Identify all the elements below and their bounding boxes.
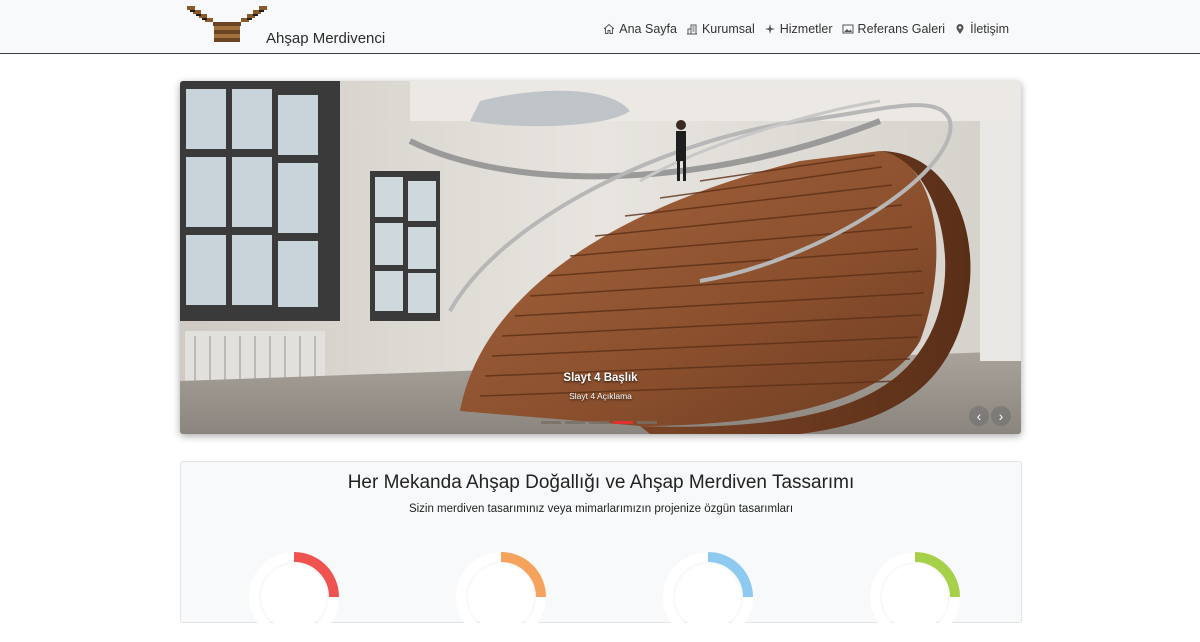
carousel-indicator[interactable] [541, 421, 561, 424]
carousel-prev-button[interactable]: ‹ [969, 406, 989, 426]
nav-item-kurumsal[interactable]: Kurumsal [686, 22, 755, 36]
feature-section: Her Mekanda Ahşap Doğallığı ve Ahşap Mer… [180, 461, 1022, 642]
progress-ring [870, 552, 960, 642]
nav-label: Ana Sayfa [619, 22, 677, 36]
carousel-indicator[interactable] [565, 421, 585, 424]
carousel-indicator[interactable] [589, 421, 609, 424]
nav-label: İletişim [970, 22, 1009, 36]
progress-ring [456, 552, 546, 642]
nav-label: Referans Galeri [857, 22, 946, 36]
carousel-indicator[interactable] [637, 421, 657, 424]
chevron-left-icon: ‹ [976, 408, 982, 424]
nav-label: Kurumsal [701, 22, 755, 36]
slide-description: Slayt 4 Açıklama [569, 391, 632, 401]
chevron-right-icon: › [998, 408, 1004, 424]
logo[interactable] [185, 4, 269, 46]
site-header: Ahşap Merdivenci Ana Sayfa Kurumsal Hizm… [0, 0, 1200, 54]
progress-ring [663, 552, 753, 642]
nav-item-iletisim[interactable]: İletişim [954, 22, 1009, 36]
nav-item-hizmetler[interactable]: Hizmetler [764, 22, 833, 36]
nav-label: Hizmetler [779, 22, 833, 36]
carousel-indicators [541, 421, 657, 424]
carousel-indicator-active[interactable] [613, 421, 633, 424]
home-icon [603, 23, 615, 34]
main-nav: Ana Sayfa Kurumsal Hizmetler Referans Ga… [594, 22, 1009, 36]
progress-ring [249, 552, 339, 642]
location-pin-icon [956, 24, 964, 34]
carousel-next-button[interactable]: › [991, 406, 1011, 426]
image-icon [842, 24, 854, 34]
section-subtitle: Sizin merdiven tasarımınız veya mimarlar… [408, 503, 794, 515]
sparkle-icon [764, 24, 775, 34]
slide-title: Slayt 4 Başlık [563, 372, 638, 384]
section-title: Her Mekanda Ahşap Doğallığı ve Ahşap Mer… [347, 472, 855, 493]
nav-item-referans-galeri[interactable]: Referans Galeri [842, 22, 946, 36]
nav-item-ana-sayfa[interactable]: Ana Sayfa [603, 22, 677, 36]
hero-carousel[interactable]: Slayt 4 Başlık Slayt 4 Açıklama ‹ › [180, 81, 1021, 434]
building-icon [686, 24, 697, 35]
brand-name[interactable]: Ahşap Merdivenci [266, 30, 385, 47]
